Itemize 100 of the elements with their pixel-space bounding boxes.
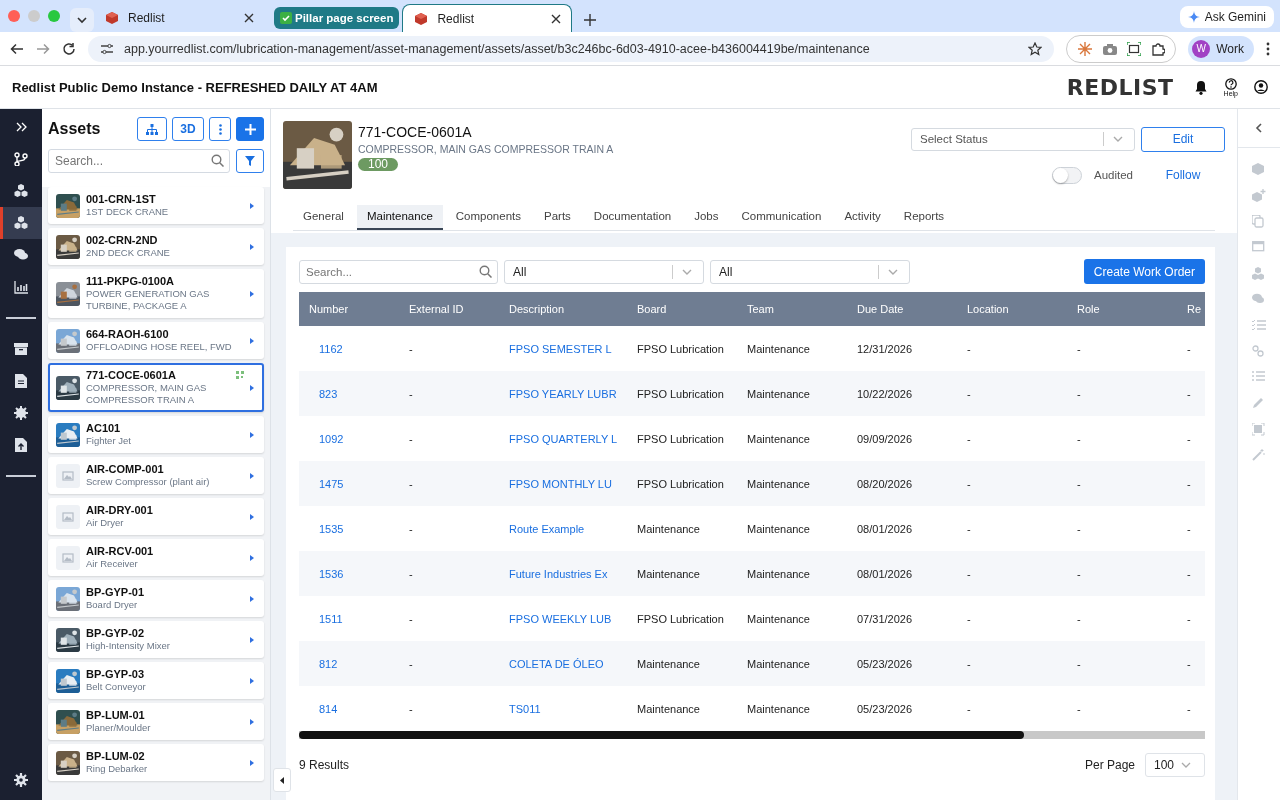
description-link[interactable]: Route Example	[509, 522, 585, 535]
asset-card[interactable]: AC101 Fighter Jet	[48, 416, 264, 453]
description-link[interactable]: FPSO WEEKLY LUB	[509, 612, 612, 625]
screen-capture-icon[interactable]	[1127, 41, 1142, 56]
work-order-link[interactable]: 1092	[319, 432, 344, 445]
asset-card[interactable]: BP-LUM-01 Planer/Moulder	[48, 703, 264, 740]
description-link[interactable]: FPSO QUARTERLY L	[509, 432, 618, 445]
more-icon[interactable]	[1266, 41, 1270, 56]
tab[interactable]: Maintenance	[356, 205, 443, 230]
tab[interactable]: General	[293, 205, 354, 230]
description-link[interactable]: COLETA DE ÓLEO	[509, 657, 604, 670]
filter-select[interactable]: All	[710, 259, 910, 284]
create-work-order-button[interactable]: Create Work Order	[1083, 259, 1205, 284]
browser-tab[interactable]: Redlist	[402, 4, 573, 32]
table-cell: 10/22/2026	[857, 387, 913, 400]
user-icon[interactable]	[1254, 80, 1268, 94]
asset-card[interactable]: AIR-COMP-001 Screw Compressor (plant air)	[48, 457, 264, 494]
asset-card[interactable]: 001-CRN-1ST 1ST DECK CRANE	[48, 187, 264, 224]
profile-button[interactable]: W Work	[1188, 35, 1254, 62]
search-field[interactable]: Search...	[48, 149, 230, 173]
tab[interactable]: Reports	[893, 205, 955, 230]
checklist-icon[interactable]	[1252, 319, 1266, 332]
add-button[interactable]	[236, 117, 264, 141]
asset-card[interactable]: 002-CRN-2ND 2ND DECK CRANE	[48, 228, 264, 265]
status-select[interactable]: Select Status	[911, 127, 1135, 151]
asset-code: AIR-COMP-001	[86, 463, 165, 475]
description-link[interactable]: FPSO MONTHLY LU	[509, 477, 612, 490]
audited-label: Audited	[1094, 169, 1133, 181]
3d-view-button[interactable]: 3D	[172, 117, 204, 141]
work-order-link[interactable]: 812	[319, 657, 338, 670]
table-cell: -	[409, 702, 413, 715]
more-options-button[interactable]	[209, 117, 231, 141]
address-bar[interactable]: app.yourredlist.com/lubrication-management/asset-management/assets/asset/b3c246bc-6d03-4910-acee-b436004419be/maintenance	[88, 35, 1055, 62]
description-link[interactable]: FPSO SEMESTER L	[509, 342, 612, 355]
filter-button[interactable]	[236, 149, 264, 173]
tab[interactable]: Components	[445, 205, 531, 230]
table-cell: 05/23/2026	[857, 657, 913, 670]
tab-list-icon[interactable]	[70, 8, 94, 32]
table-cell: Maintenance	[747, 387, 810, 400]
table-cell: -	[409, 342, 413, 355]
hierarchy-button[interactable]	[137, 117, 167, 141]
table-cell: 08/01/2026	[857, 522, 913, 535]
table-cell: -	[1077, 432, 1081, 445]
asset-card[interactable]: 664-RAOH-6100 OFFLOADING HOSE REEL, FWD	[48, 322, 264, 359]
collapse-icon[interactable]	[1255, 123, 1263, 133]
work-order-link[interactable]: 1511	[319, 612, 343, 625]
asset-card[interactable]: BP-GYP-02 High-Intensity Mixer	[48, 621, 264, 658]
work-order-link[interactable]: 1475	[319, 477, 344, 490]
work-order-link[interactable]: 1535	[319, 522, 344, 535]
search-field[interactable]: Search...	[299, 259, 498, 284]
expand-icon[interactable]	[15, 121, 27, 133]
table-cell: Maintenance	[747, 702, 810, 715]
asset-card[interactable]: 111-PKPG-0100A POWER GENERATION GAS TURBINE, PACKAGE A	[48, 269, 264, 318]
asset-card[interactable]: AIR-RCV-001 Air Receiver	[48, 539, 264, 576]
extensions-icon[interactable]	[1151, 41, 1166, 56]
tab[interactable]: Jobs	[684, 205, 729, 230]
tab[interactable]: Documentation	[583, 205, 682, 230]
audited-toggle[interactable]	[1052, 166, 1082, 184]
asset-card[interactable]: BP-LUM-02 Ring Debarker	[48, 744, 264, 781]
close-icon[interactable]	[244, 13, 254, 23]
star-icon[interactable]	[1028, 41, 1043, 56]
work-order-link[interactable]: 1162	[319, 342, 343, 355]
asset-card[interactable]: AIR-DRY-001 Air Dryer	[48, 498, 264, 535]
back-icon[interactable]	[10, 41, 24, 56]
tab[interactable]: Parts	[534, 205, 581, 230]
tab[interactable]: Communication	[731, 205, 832, 230]
nav-item[interactable]	[0, 207, 42, 239]
work-order-link[interactable]: 814	[319, 702, 338, 715]
description-link[interactable]: TS011	[509, 702, 541, 715]
description-link[interactable]: Future Industries Ex	[509, 567, 608, 580]
forward-icon[interactable]	[36, 41, 50, 56]
follow-link[interactable]: Follow	[1141, 168, 1225, 182]
table-cell: FPSO Lubrication	[637, 477, 724, 490]
image-placeholder-icon	[56, 504, 80, 529]
per-page-select[interactable]: 100	[1145, 753, 1205, 777]
column-header: External ID	[409, 303, 465, 315]
tab-group-chip[interactable]: Pillar page screen	[274, 7, 400, 29]
tab[interactable]: Activity	[834, 205, 891, 230]
ask-gemini-button[interactable]: Ask Gemini	[1179, 6, 1274, 28]
horizontal-scrollbar[interactable]	[299, 731, 1205, 739]
camera-icon[interactable]	[1103, 42, 1118, 55]
edit-button[interactable]: Edit	[1141, 126, 1225, 152]
asset-card[interactable]: 771-COCE-0601A COMPRESSOR, MAIN GAS COMPRESSOR TRAIN A	[48, 363, 264, 412]
new-tab-icon[interactable]	[584, 14, 597, 26]
close-icon[interactable]	[551, 13, 562, 24]
filter-select[interactable]: All	[504, 259, 704, 284]
browser-tab[interactable]: Redlist	[94, 4, 264, 32]
description-link[interactable]: FPSO YEARLY LUBR	[509, 387, 617, 400]
collapse-panel-button[interactable]	[273, 768, 291, 792]
burst-icon[interactable]	[1077, 40, 1094, 57]
asset-card[interactable]: BP-GYP-03 Belt Conveyor	[48, 662, 264, 699]
table-cell: -	[1077, 657, 1081, 670]
work-order-link[interactable]: 1536	[319, 567, 344, 580]
asset-card[interactable]: BP-GYP-01 Board Dryer	[48, 580, 264, 617]
table-cell: -	[409, 657, 413, 670]
settings-icon[interactable]	[14, 773, 28, 787]
table-cell: Maintenance	[747, 612, 810, 625]
bell-icon[interactable]	[1193, 79, 1208, 95]
reload-icon[interactable]	[62, 41, 76, 56]
work-order-link[interactable]: 823	[319, 387, 338, 400]
